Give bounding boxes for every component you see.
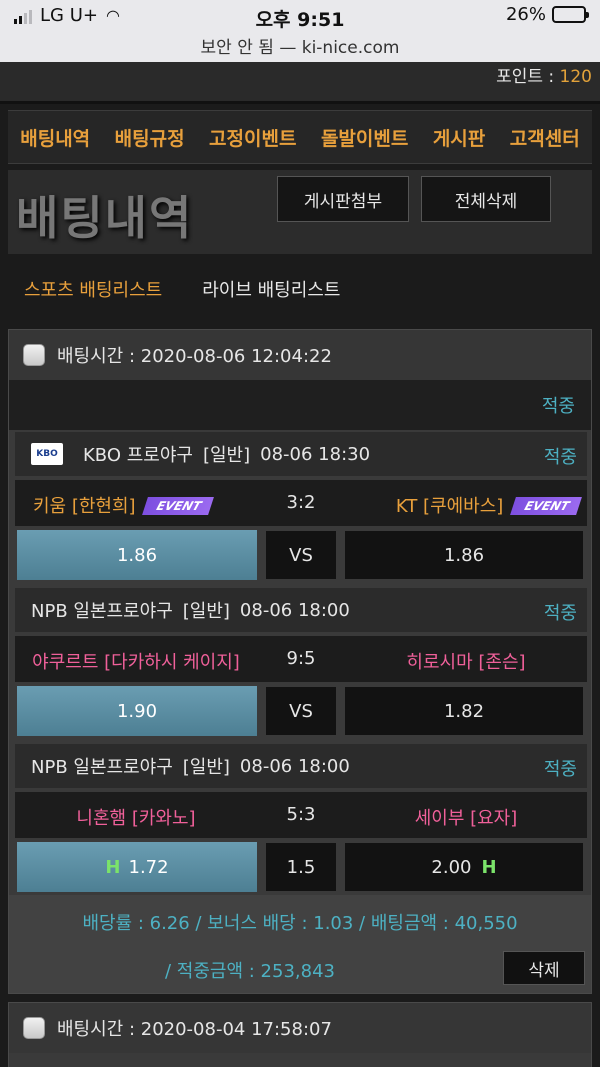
bet-time: 배팅시간 : 2020-08-04 17:58:07 xyxy=(57,1019,332,1040)
away-team: KT [쿠에바스] EVENT xyxy=(395,492,582,518)
battery-icon xyxy=(552,6,589,23)
tab-sports-list[interactable]: 스포츠 배팅리스트 xyxy=(24,276,162,302)
bet-status-row: 적중 xyxy=(9,380,591,430)
teams-row: 키움 [한현희] EVENT 3:2 KT [쿠에바스] EVENT xyxy=(15,480,587,526)
away-team-name: KT [쿠에바스] xyxy=(395,496,504,517)
home-odds-button[interactable]: 1.86 xyxy=(17,530,257,580)
away-odds-button[interactable]: 1.82 xyxy=(344,686,584,736)
teams-row: 야쿠르트 [다카하시 케이지] 9:5 히로시마 [존슨] xyxy=(15,636,587,682)
game-datetime: 08-06 18:00 xyxy=(239,599,350,621)
game-row: KBO KBO 프로야구 [일반] 08-06 18:30 적중 키움 [한현희… xyxy=(15,432,587,580)
nav-sudden-event[interactable]: 돌발이벤트 xyxy=(321,124,408,151)
delete-all-button[interactable]: 전체삭제 xyxy=(421,176,551,222)
page-title: 배팅내역 xyxy=(16,191,194,245)
handicap-mark: H xyxy=(105,856,121,878)
event-badge: EVENT xyxy=(142,497,215,515)
nav-betting-rules[interactable]: 배팅규정 xyxy=(115,124,185,151)
game-row: NPB 일본프로야구 [일반] 08-06 18:00 적중 니혼햄 [카와노]… xyxy=(15,744,587,892)
game-row: NPB 일본프로야구 [일반] 08-06 18:00 적중 야쿠르트 [다카하… xyxy=(15,588,587,736)
home-odds-button[interactable]: 1.90 xyxy=(17,686,257,736)
bet-type: [일반] xyxy=(182,757,230,778)
league-name: NPB 일본프로야구 xyxy=(31,601,173,622)
away-team-name: 히로시마 [존슨] xyxy=(406,652,526,673)
attach-to-board-button[interactable]: 게시판첨부 xyxy=(277,176,409,222)
main-nav: 배팅내역 배팅규정 고정이벤트 돌발이벤트 게시판 고객센터 xyxy=(8,110,592,164)
score: 9:5 xyxy=(286,648,316,669)
game-datetime: 08-06 18:30 xyxy=(260,443,371,465)
away-odds-button[interactable]: 1.86 xyxy=(344,530,584,580)
bet-card: 배팅시간 : 2020-08-06 12:04:22 적중 KBO KBO 프로… xyxy=(8,329,592,994)
game-result: 적중 xyxy=(543,447,577,468)
handicap-line: 1.5 xyxy=(265,842,337,892)
away-odds-button[interactable]: 2.00 H xyxy=(344,842,584,892)
points-value: 120 xyxy=(559,67,592,87)
game-header: NPB 일본프로야구 [일반] 08-06 18:00 적중 xyxy=(15,588,587,632)
nav-fixed-event[interactable]: 고정이벤트 xyxy=(209,124,296,151)
status-bar: LG U+ ◠ 오후 9:51 26% 보안 안 됨 — ki-nice.com xyxy=(0,0,600,62)
list-tabs: 스포츠 배팅리스트 라이브 배팅리스트 xyxy=(24,276,340,302)
url-bar[interactable]: 보안 안 됨 — ki-nice.com xyxy=(0,33,600,58)
teams-row: 니혼햄 [카와노] 5:3 세이부 [요자] xyxy=(15,792,587,838)
tab-live-list[interactable]: 라이브 배팅리스트 xyxy=(202,276,340,302)
home-odds-value: 1.72 xyxy=(128,856,169,878)
home-team-name: 니혼햄 [카와노] xyxy=(76,808,196,829)
game-result: 적중 xyxy=(543,603,577,624)
bet-type: [일반] xyxy=(182,601,230,622)
select-checkbox[interactable] xyxy=(23,344,45,366)
bet-card: 배팅시간 : 2020-08-04 17:58:07 xyxy=(8,1002,592,1067)
kbo-logo-icon: KBO xyxy=(31,443,63,465)
home-team-name: 야쿠르트 [다카하시 케이지] xyxy=(32,652,240,673)
league-name: NPB 일본프로야구 xyxy=(31,757,173,778)
score: 5:3 xyxy=(286,804,316,825)
summary-win-amount: / 적중금액 : 253,843 xyxy=(165,961,335,982)
bet-type: [일반] xyxy=(202,445,251,466)
score: 3:2 xyxy=(286,492,316,513)
bet-card-header: 배팅시간 : 2020-08-06 12:04:22 xyxy=(9,330,591,380)
bet-time: 배팅시간 : 2020-08-06 12:04:22 xyxy=(57,346,332,367)
league-name: KBO 프로야구 xyxy=(83,445,193,466)
home-team-name: 키움 [한현희] xyxy=(33,496,136,517)
away-team-name: 세이부 [요자] xyxy=(414,808,518,829)
vs-cell: VS xyxy=(265,686,337,736)
bet-card-header: 배팅시간 : 2020-08-04 17:58:07 xyxy=(9,1003,591,1053)
nav-board[interactable]: 게시판 xyxy=(433,124,485,151)
home-odds-button[interactable]: H 1.72 xyxy=(17,842,257,892)
bet-status: 적중 xyxy=(541,396,575,417)
game-header: NPB 일본프로야구 [일반] 08-06 18:00 적중 xyxy=(15,744,587,788)
points-bar: 포인트 : 120 xyxy=(0,62,600,104)
points-display: 포인트 : 120 xyxy=(496,62,592,87)
handicap-mark: H xyxy=(481,856,497,878)
game-datetime: 08-06 18:00 xyxy=(239,755,350,777)
points-label: 포인트 : xyxy=(496,67,560,87)
summary-odds-amount: 배당률 : 6.26 / 보너스 배당 : 1.03 / 배팅금액 : 40,5… xyxy=(82,913,518,934)
delete-button[interactable]: 삭제 xyxy=(503,951,585,985)
event-badge: EVENT xyxy=(510,497,582,515)
away-odds-value: 2.00 xyxy=(431,856,472,878)
game-result: 적중 xyxy=(543,759,577,780)
home-team: 키움 [한현희] EVENT xyxy=(33,492,215,518)
battery-info: 26% xyxy=(505,4,589,25)
page-header: 배팅내역 게시판첨부 전체삭제 xyxy=(8,170,592,254)
nav-betting-history[interactable]: 배팅내역 xyxy=(20,124,90,151)
game-header: KBO KBO 프로야구 [일반] 08-06 18:30 적중 xyxy=(15,432,587,476)
bet-summary: 배당률 : 6.26 / 보너스 배당 : 1.03 / 배팅금액 : 40,5… xyxy=(9,895,591,993)
battery-percent: 26% xyxy=(505,4,546,25)
vs-cell: VS xyxy=(265,530,337,580)
nav-customer-center[interactable]: 고객센터 xyxy=(510,124,580,151)
select-checkbox[interactable] xyxy=(23,1017,45,1039)
